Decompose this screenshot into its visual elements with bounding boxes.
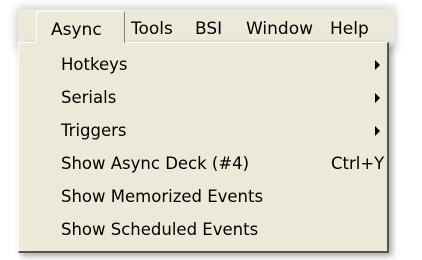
screenshot-stage: Async Tools BSI Window Help Hotkeys Seri… — [0, 0, 422, 260]
menu-item-serials-label: Serials — [61, 88, 117, 107]
submenu-arrow-icon — [375, 60, 380, 70]
submenu-arrow-icon — [375, 126, 380, 136]
submenu-arrow-icon — [375, 93, 380, 103]
menu-item-show-async-deck-shortcut: Ctrl+Y — [331, 154, 385, 173]
menu-item-show-async-deck-label: Show Async Deck (#4) — [61, 154, 250, 173]
menu-window[interactable]: Window — [246, 17, 313, 41]
menu-item-hotkeys-label: Hotkeys — [61, 55, 128, 74]
menu-item-show-scheduled-events-label: Show Scheduled Events — [61, 220, 259, 239]
menu-item-show-memorized-events-label: Show Memorized Events — [61, 187, 264, 206]
menu-async[interactable]: Async — [36, 11, 125, 43]
menu-item-triggers[interactable]: Triggers — [61, 117, 381, 145]
menu-item-show-memorized-events[interactable]: Show Memorized Events — [61, 183, 263, 211]
menu-tools[interactable]: Tools — [131, 17, 173, 41]
menu-help[interactable]: Help — [330, 17, 369, 41]
menu-async-label: Async — [51, 20, 102, 40]
async-dropdown-menu: Hotkeys Serials Triggers Show Async Deck… — [18, 42, 389, 253]
menu-bsi[interactable]: BSI — [195, 17, 222, 41]
menu-item-show-async-deck[interactable]: Show Async Deck (#4) — [61, 150, 249, 178]
menu-item-triggers-label: Triggers — [61, 121, 127, 140]
menu-item-hotkeys[interactable]: Hotkeys — [61, 51, 381, 79]
menu-item-show-scheduled-events[interactable]: Show Scheduled Events — [61, 216, 258, 244]
menu-item-serials[interactable]: Serials — [61, 84, 381, 112]
